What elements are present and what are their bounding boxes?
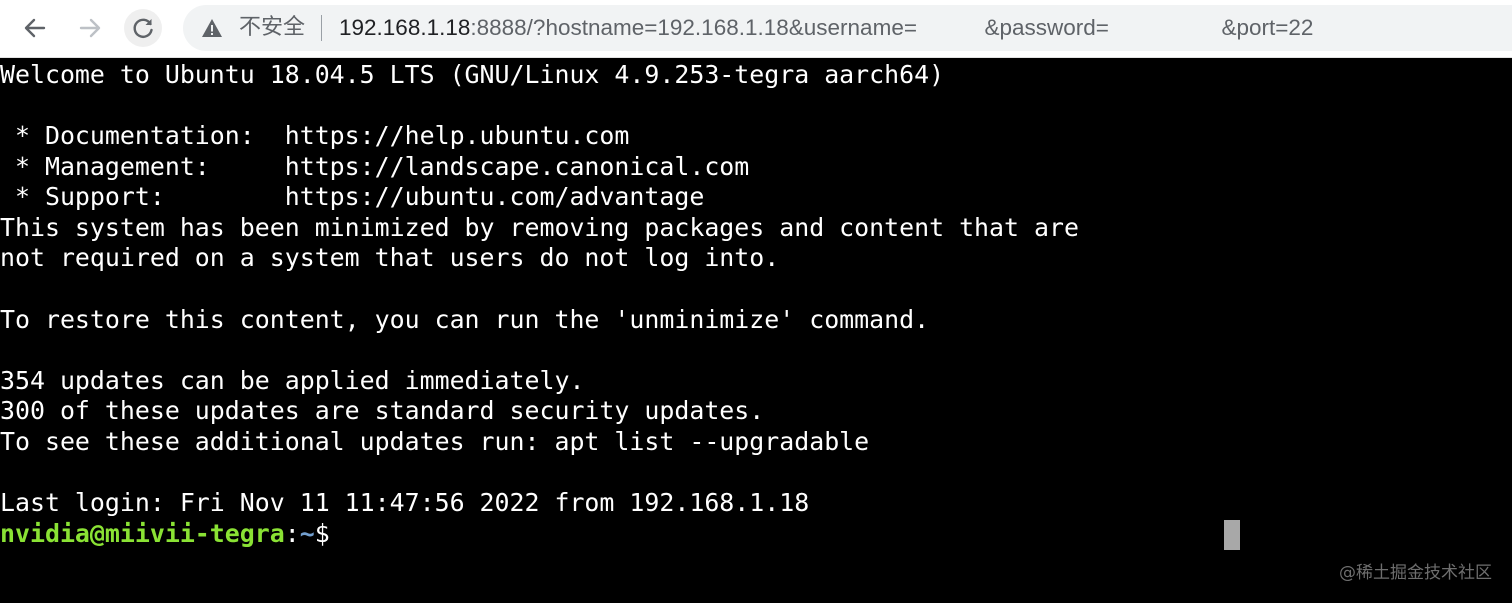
prompt-user-host: nvidia@miivii-tegra — [0, 518, 285, 548]
watermark-text: @稀土掘金技术社区 — [1339, 563, 1492, 583]
terminal-prompt[interactable]: nvidia@miivii-tegra:~$ — [0, 519, 330, 549]
arrow-right-icon — [79, 18, 101, 38]
address-bar[interactable]: 不安全 192.168.1.18:8888/?hostname=192.168.… — [183, 5, 1512, 51]
browser-toolbar: 不安全 192.168.1.18:8888/?hostname=192.168.… — [0, 0, 1512, 58]
terminal-line-updates-count: 354 updates can be applied immediately. — [0, 365, 585, 395]
terminal-line-documentation: * Documentation: https://help.ubuntu.com — [0, 121, 630, 150]
prompt-path: ~ — [299, 518, 315, 548]
url-port-param: &port=22 — [1221, 15, 1314, 40]
reload-icon — [133, 18, 153, 38]
terminal-line-last-login: Last login: Fri Nov 11 11:47:56 2022 fro… — [0, 488, 810, 518]
terminal-line-management: * Management: https://landscape.canonica… — [0, 151, 750, 181]
warning-triangle-icon — [202, 19, 222, 37]
prompt-colon: : — [284, 518, 300, 548]
url-password-param: &password= — [984, 15, 1109, 40]
terminal-cursor — [1224, 520, 1240, 550]
security-status-label[interactable]: 不安全 — [239, 14, 305, 42]
url-masked-password — [1109, 15, 1222, 40]
terminal-line-welcome: Welcome to Ubuntu 18.04.5 LTS (GNU/Linux… — [0, 60, 945, 89]
terminal-line-restore: To restore this content, you can run the… — [0, 304, 930, 334]
terminal-line-minimized-1: This system has been minimized by removi… — [0, 212, 1079, 242]
forward-button[interactable] — [71, 9, 109, 47]
back-button[interactable] — [16, 9, 54, 47]
prompt-symbol: $ — [314, 518, 330, 548]
url-masked-username — [917, 15, 985, 40]
terminal-line-security-updates: 300 of these updates are standard securi… — [0, 396, 765, 426]
reload-button[interactable] — [124, 9, 162, 47]
arrow-left-icon — [24, 18, 46, 38]
url-text[interactable]: 192.168.1.18:8888/?hostname=192.168.1.18… — [339, 14, 1313, 42]
terminal-line-upgradable: To see these additional updates run: apt… — [0, 427, 870, 456]
terminal-window[interactable]: Welcome to Ubuntu 18.04.5 LTS (GNU/Linux… — [0, 58, 1512, 603]
terminal-line-minimized-2: not required on a system that users do n… — [0, 243, 780, 273]
url-host: 192.168.1.18 — [339, 15, 471, 40]
omnibox-divider — [321, 15, 322, 41]
terminal-line-support: * Support: https://ubuntu.com/advantage — [0, 182, 705, 212]
url-path: :8888/?hostname=192.168.1.18&username= — [470, 15, 917, 40]
